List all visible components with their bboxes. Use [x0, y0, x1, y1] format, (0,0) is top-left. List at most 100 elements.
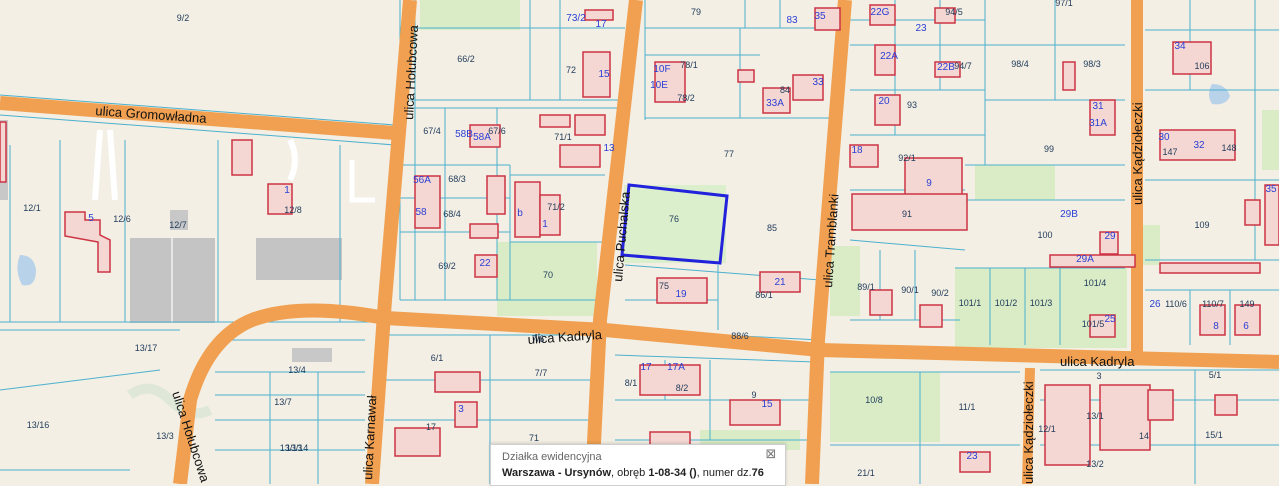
parcel-number-label: 98/3	[1083, 59, 1101, 69]
parcel-number-label: 10/8	[865, 395, 883, 405]
building-number-label: 29	[1104, 231, 1116, 242]
building-number-label: 23	[966, 451, 978, 462]
parcel-number-label: 77	[724, 149, 734, 159]
building-number-label: 32	[1193, 140, 1205, 151]
parcel-number-label: 70	[543, 270, 553, 280]
parcel-number-label: 13/16	[27, 420, 50, 430]
parcel-number-label: 13/13	[280, 443, 303, 453]
parcel-number-label: 78/1	[680, 60, 698, 70]
building-number-label: 30	[1158, 132, 1170, 143]
parcel-number-label: 11/1	[959, 402, 976, 412]
parcel-number-label: 85	[767, 223, 777, 233]
parcel-number-label: 101/5	[1082, 319, 1105, 329]
parcel-number-label: 68/4	[443, 209, 461, 219]
building-number-label: 73/2	[566, 13, 586, 24]
parcel-number-label: 14	[1139, 431, 1149, 441]
parcel-number-label: 99	[1044, 144, 1054, 154]
building-number-label: 56A	[413, 175, 431, 186]
popup-body: Warszawa - Ursynów, obręb 1-08-34 (), nu…	[502, 467, 764, 479]
building-number-label: 1	[284, 185, 290, 196]
parcel-number-label: 91	[902, 209, 912, 219]
parcel-number-label: 72	[566, 65, 576, 75]
parcel-number-label: 88/6	[731, 331, 749, 341]
building-number-label: 15	[598, 69, 610, 80]
parcel-number-label: 93	[907, 100, 917, 110]
parcel-number-label: 98/4	[1011, 59, 1029, 69]
building-number-label: 35	[814, 11, 826, 22]
parcel-number-label: 75	[659, 281, 669, 291]
building-number-label: b	[517, 208, 523, 219]
parcel-number-label: 89/1	[857, 282, 875, 292]
popup-parcel-number: 76	[751, 467, 764, 479]
parcel-number-label: 13/4	[288, 365, 306, 375]
building-number-label: 35	[1265, 184, 1277, 195]
building-number-label: 18	[851, 145, 863, 156]
building-number-label: 29B	[1060, 209, 1078, 220]
parcel-number-label: 97/1	[1055, 0, 1073, 8]
parcel-number-label: 6/1	[431, 353, 444, 363]
parcel-number-label: 69/2	[438, 261, 456, 271]
parcel-number-label: 15/1	[1205, 430, 1223, 440]
street-label: ulica Kadryla	[1060, 354, 1135, 369]
parcel-number-label: 7/6	[532, 334, 545, 344]
building-number-label: 8	[1213, 321, 1219, 332]
cadastral-map[interactable]: ulica Gromowładna ulica Hołubcowa ulica …	[0, 0, 1279, 484]
parcel-number-label: 90/2	[931, 288, 949, 298]
building-number-label: 33	[812, 77, 824, 88]
building-number-label: 13	[603, 143, 615, 154]
close-icon[interactable]: ⊠	[765, 448, 777, 461]
building-number-label: 5	[88, 213, 94, 224]
parcel-number-label: 101/2	[995, 298, 1018, 308]
parcel-number-label: 13/1	[1086, 411, 1104, 421]
building-number-label: 17	[640, 362, 652, 373]
popup-location: Warszawa - Ursynów	[502, 467, 612, 479]
parcel-number-label: 148	[1221, 143, 1236, 153]
building-number-label: 29A	[1076, 254, 1094, 265]
parcel-number-label: 100	[1037, 230, 1052, 240]
parcel-number-label: 78/2	[677, 93, 695, 103]
building-number-label: 15	[761, 399, 773, 410]
building-number-label: 31	[1092, 101, 1104, 112]
parcel-number-label: 90/1	[901, 285, 919, 295]
parcel-number-label: 13/17	[135, 343, 158, 353]
parcel-number-label: 66/2	[457, 54, 475, 64]
parcel-number-label: 8/1	[625, 378, 638, 388]
building-number-label: 22A	[880, 51, 898, 62]
parcel-number-label: 67/4	[423, 126, 441, 136]
building-number-label: 23	[915, 23, 927, 34]
building-number-label: 33A	[766, 98, 784, 109]
parcel-number-label: 9/2	[177, 13, 190, 23]
parcel-number-label: 8/2	[676, 383, 689, 393]
parcel-number-label: 101/1	[959, 298, 982, 308]
parcel-number-label: 7/7	[535, 368, 548, 378]
parcel-number-label: 13/2	[1086, 459, 1104, 469]
parcel-number-label: 110/6	[1165, 299, 1187, 309]
parcel-number-label: 17	[426, 422, 436, 432]
building-number-label: 17	[595, 19, 607, 30]
building-number-label: 22G	[871, 7, 890, 18]
building-number-label: 10F	[653, 64, 670, 75]
building-number-label: 58A	[473, 132, 491, 143]
building-number-label: 22	[479, 258, 491, 269]
building-number-label: 1	[542, 219, 548, 230]
parcel-number-label: 94/5	[945, 7, 963, 17]
popup-number-label: , numer dz.	[696, 467, 752, 479]
parcel-number-label: 68/3	[448, 174, 466, 184]
building-number-label: 58	[415, 207, 427, 218]
parcel-number-label: 5/1	[1209, 370, 1222, 380]
building-number-label: 83	[786, 15, 798, 26]
parcel-number-label: 79	[691, 7, 701, 17]
building-number-label: 3	[458, 404, 464, 415]
building-number-label: 26	[1149, 299, 1161, 310]
parcel-number-label: 12/1	[23, 203, 41, 213]
parcel-number-label: 12/6	[113, 214, 131, 224]
building-number-label: 17A	[667, 362, 685, 373]
popup-obreb: 1-08-34 ()	[648, 467, 697, 479]
popup-obreb-label: , obręb	[611, 467, 649, 479]
building-number-label: 34	[1174, 41, 1186, 52]
parcel-number-label: 13/3	[156, 431, 174, 441]
parcel-number-label: 12/8	[284, 205, 302, 215]
parcel-number-label: 76	[669, 214, 679, 224]
parcel-number-label: 101/4	[1084, 278, 1107, 288]
parcel-number-label: 21/1	[857, 468, 875, 478]
